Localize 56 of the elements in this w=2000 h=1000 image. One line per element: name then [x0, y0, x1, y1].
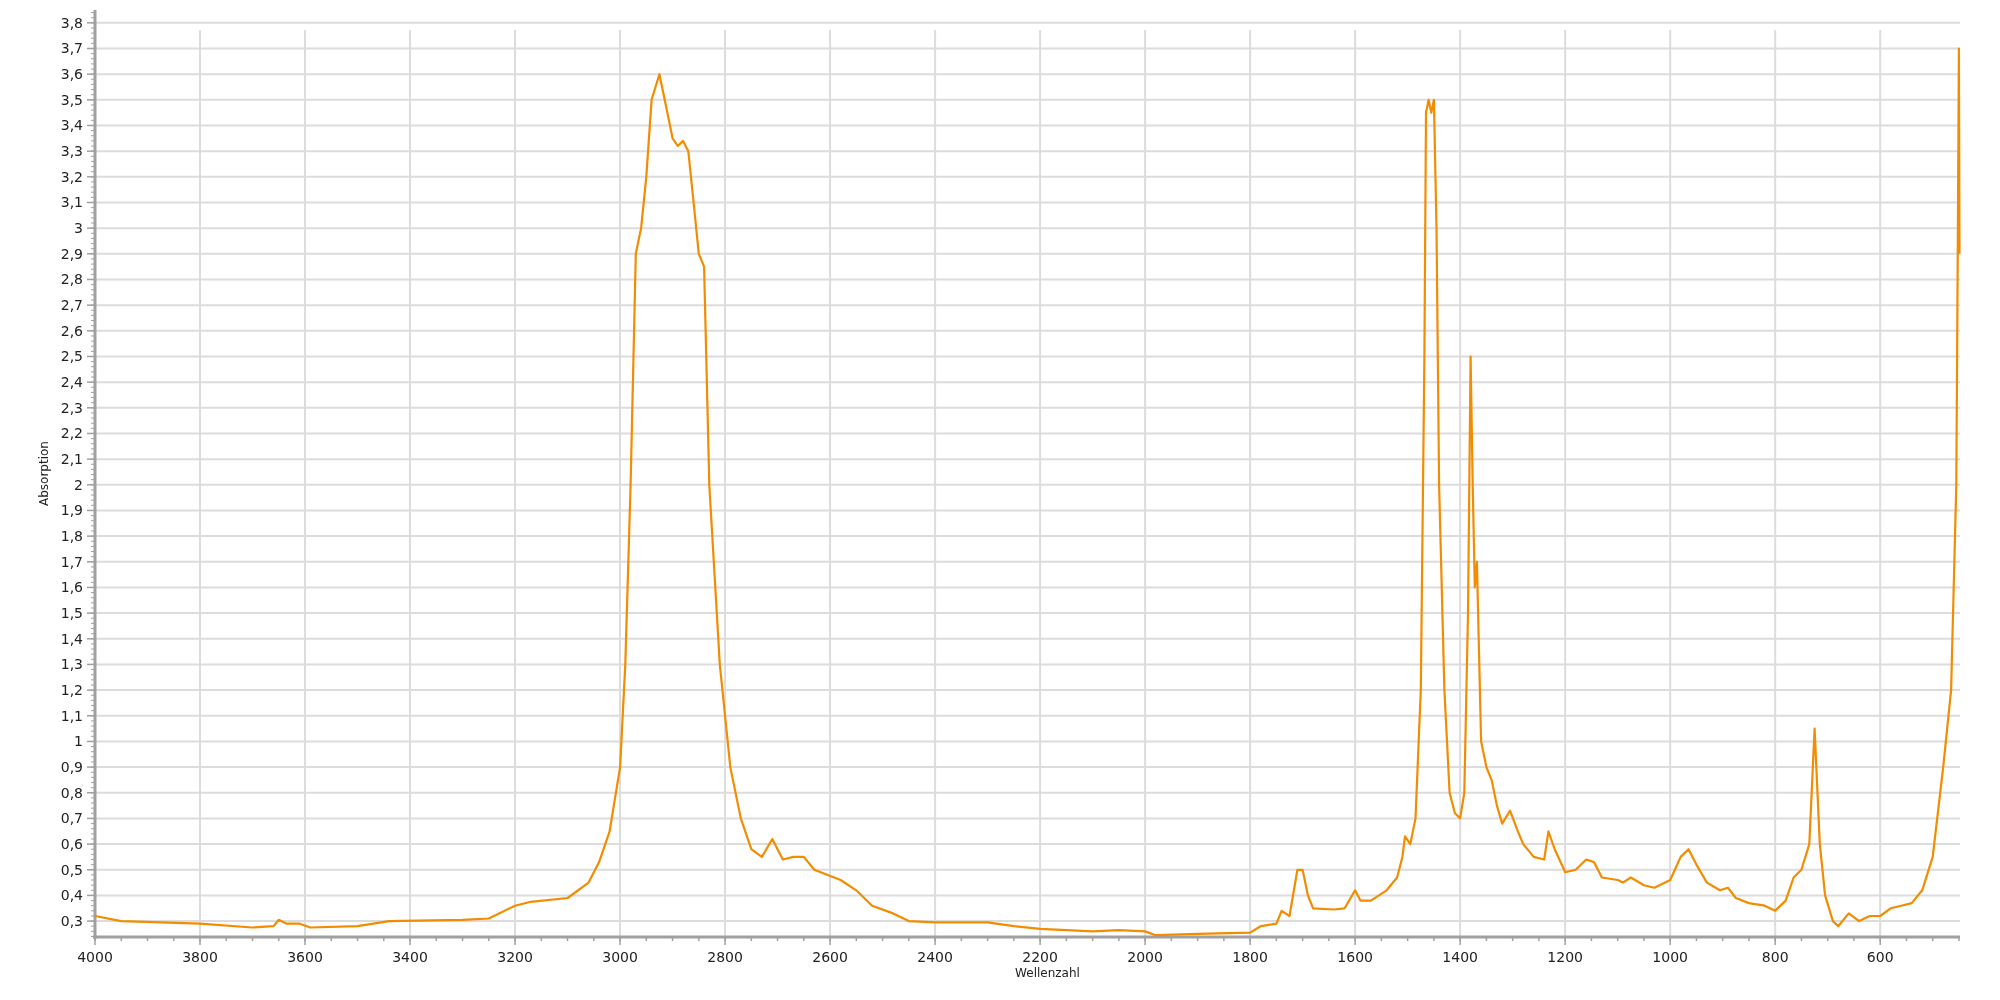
axis-tick-label: 800	[1761, 949, 1789, 965]
axis-tick-label: 2200	[1022, 949, 1058, 965]
axis-tick-label: 3,3	[60, 143, 83, 160]
axis-tick-label: 2	[74, 476, 83, 493]
axis-tick-label: 2000	[1127, 949, 1163, 965]
axis-tick-label: 3	[74, 220, 83, 237]
axis-tick-label: 0,9	[60, 759, 83, 776]
axis-tick-label: 1400	[1442, 949, 1478, 965]
axis-tick-label: 2400	[917, 949, 953, 965]
axis-title: Absorption	[37, 441, 51, 506]
axis-tick-label: 2,4	[60, 374, 83, 391]
axis-tick-label: 1	[74, 733, 83, 750]
axis-tick-label: 1,8	[60, 528, 83, 545]
axis-tick-label: 0,4	[60, 887, 83, 904]
axis-tick-label: 1,2	[60, 682, 83, 699]
axis-tick-label: 3,7	[60, 40, 83, 57]
axis-tick-label: 600	[1866, 949, 1894, 965]
axis-tick-label: 3000	[602, 949, 638, 965]
axis-tick-label: 1,4	[60, 630, 83, 647]
axis-tick-label: 3800	[182, 949, 218, 965]
axis-tick-label: 1,1	[60, 707, 83, 724]
axis-tick-label: 2,2	[60, 425, 83, 442]
axis-tick-label: 1,7	[60, 553, 83, 570]
axis-tick-label: 3,4	[60, 117, 83, 134]
axis-tick-label: 2,7	[60, 297, 83, 314]
axis-tick-label: 0,6	[60, 836, 83, 853]
axis-tick-label: 0,7	[60, 810, 83, 827]
axis-tick-label: 2,6	[60, 322, 83, 339]
axis-tick-label: 2800	[707, 949, 743, 965]
axis-tick-label: 3,2	[60, 168, 83, 185]
axis-tick-label: 3,6	[60, 66, 83, 83]
axis-tick-label: 0,5	[60, 861, 83, 878]
axis-tick-label: 3,5	[60, 91, 83, 108]
axis-tick-label: 1,9	[60, 502, 83, 519]
axis-tick-label: 0,3	[60, 913, 83, 930]
axis-tick-label: 1,6	[60, 579, 83, 596]
axis-tick-label: 0,8	[60, 784, 83, 801]
axis-tick-label: 1000	[1652, 949, 1688, 965]
axis-tick-label: 1,5	[60, 605, 83, 622]
axis-tick-label: 3,1	[60, 194, 83, 211]
axis-tick-label: 2,5	[60, 348, 83, 365]
axis-title: Wellenzahl	[1015, 966, 1080, 980]
axis-tick-label: 1800	[1232, 949, 1268, 965]
axis-tick-label: 2,9	[60, 245, 83, 262]
axis-tick-label: 2,3	[60, 399, 83, 416]
axis-tick-label: 3600	[287, 949, 323, 965]
axis-tick-label: 2,1	[60, 451, 83, 468]
axis-tick-label: 3400	[392, 949, 428, 965]
axis-tick-label: 2600	[812, 949, 848, 965]
axis-tick-label: 3,8	[60, 14, 83, 31]
axis-tick-label: 1,3	[60, 656, 83, 673]
axis-tick-label: 4000	[77, 949, 113, 965]
axis-tick-label: 1200	[1547, 949, 1583, 965]
axis-tick-label: 1600	[1337, 949, 1373, 965]
axis-tick-label: 2,8	[60, 271, 83, 288]
axis-tick-label: 3200	[497, 949, 533, 965]
